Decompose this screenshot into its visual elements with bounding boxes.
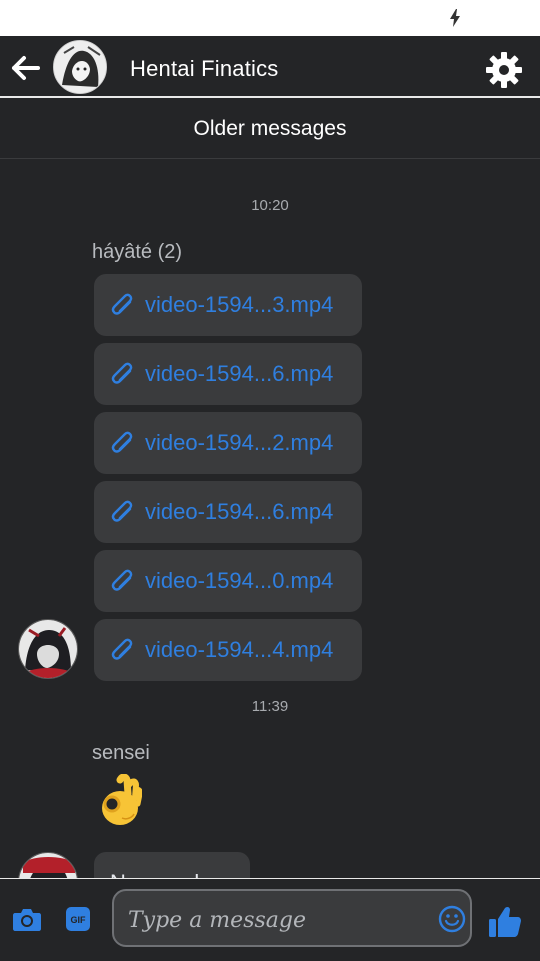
- attachment-filename[interactable]: video-1594...6.mp4: [145, 361, 333, 387]
- attachment-filename[interactable]: video-1594...3.mp4: [145, 292, 333, 318]
- attachment-bubble[interactable]: video-1594...4.mp4: [94, 619, 362, 681]
- back-arrow-icon[interactable]: [10, 52, 42, 84]
- timestamp: 10:20: [251, 197, 289, 214]
- attachment-bubble[interactable]: video-1594...2.mp4: [94, 412, 362, 474]
- attachment-bubble[interactable]: video-1594...3.mp4: [94, 274, 362, 336]
- attachment-bubble[interactable]: video-1594...0.mp4: [94, 550, 362, 612]
- sender-avatar[interactable]: [18, 619, 78, 679]
- status-bar: [0, 0, 540, 36]
- attachment-filename[interactable]: video-1594...4.mp4: [145, 637, 333, 663]
- older-messages-button[interactable]: Older messages: [0, 98, 540, 159]
- timestamp: 11:39: [251, 698, 289, 715]
- chat-title: Hentai Finatics: [130, 56, 279, 81]
- message-composer: GIF: [0, 878, 540, 961]
- paperclip-icon: [111, 500, 133, 522]
- gif-icon[interactable]: GIF: [66, 907, 90, 931]
- attachment-bubble[interactable]: video-1594...6.mp4: [94, 343, 362, 405]
- emoji-picker-icon[interactable]: [438, 905, 466, 933]
- chat-header: Hentai Finatics: [0, 36, 540, 98]
- attachment-filename[interactable]: video-1594...0.mp4: [145, 568, 333, 594]
- group-avatar-image: [54, 41, 106, 93]
- sender-avatar-image: [19, 620, 77, 678]
- attachment-filename[interactable]: video-1594...6.mp4: [145, 499, 333, 525]
- paperclip-icon: [111, 431, 133, 453]
- message-input[interactable]: [126, 901, 430, 939]
- attachment-bubble[interactable]: video-1594...6.mp4: [94, 481, 362, 543]
- paperclip-icon: [111, 569, 133, 591]
- attachment-filename[interactable]: video-1594...2.mp4: [145, 430, 333, 456]
- ok-hand-emoji-icon[interactable]: [98, 774, 142, 826]
- sender-name: háyâté (2): [92, 241, 183, 263]
- paperclip-icon: [111, 638, 133, 660]
- thumbs-up-icon[interactable]: [488, 906, 522, 938]
- paperclip-icon: [111, 362, 133, 384]
- settings-gear-icon[interactable]: [484, 50, 524, 90]
- sender-name: sensei: [92, 742, 150, 764]
- svg-text:GIF: GIF: [71, 915, 87, 925]
- camera-icon[interactable]: [12, 906, 42, 932]
- group-avatar[interactable]: [53, 40, 107, 94]
- message-input-box[interactable]: [112, 889, 472, 947]
- charging-icon: [450, 9, 460, 27]
- paperclip-icon: [111, 293, 133, 315]
